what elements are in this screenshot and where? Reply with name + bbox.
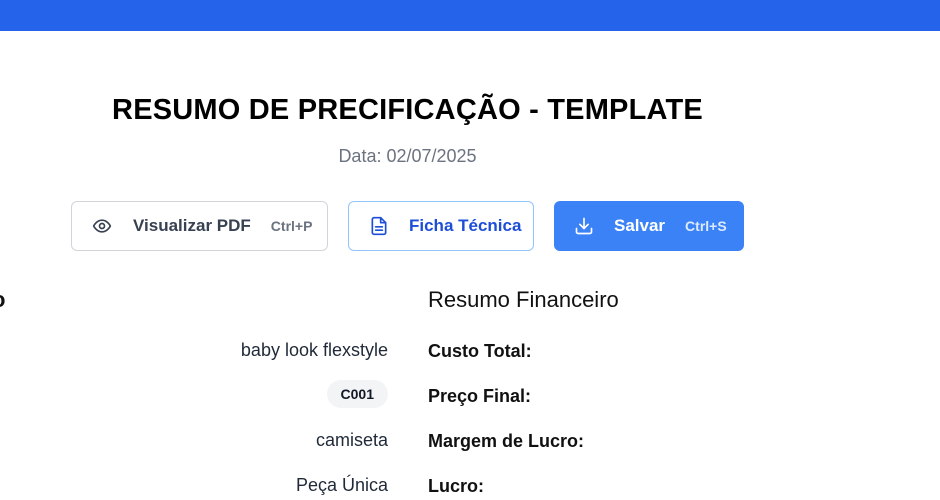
view-pdf-button[interactable]: Visualizar PDF Ctrl+P [71, 201, 328, 251]
ficha-tecnica-label: Ficha Técnica [409, 216, 522, 235]
page-title: RESUMO DE PRECIFICAÇÃO - TEMPLATE [112, 94, 703, 126]
total-cost-label: Custo Total: [428, 341, 532, 361]
product-category-value: camiseta [315, 430, 388, 450]
eye-icon [91, 215, 113, 237]
download-icon [573, 215, 595, 237]
financial-summary-heading: Resumo Financeiro [428, 287, 619, 312]
page-date: Data: 02/07/2025 [338, 146, 477, 166]
profit-label: Lucro: [428, 476, 484, 496]
save-shortcut: Ctrl+S [685, 218, 727, 234]
product-code-row: C001 [326, 380, 388, 408]
product-name-value: baby look flexstyle [240, 340, 388, 360]
save-button[interactable]: Salvar Ctrl+S [554, 201, 744, 251]
product-code-badge: C001 [326, 380, 388, 408]
view-pdf-shortcut: Ctrl+P [270, 218, 313, 234]
document-icon [368, 215, 390, 237]
top-bar [0, 0, 940, 31]
product-section-heading: o [0, 287, 5, 313]
final-price-label: Preço Final: [428, 386, 532, 406]
view-pdf-label: Visualizar PDF [133, 216, 251, 235]
profit-margin-label: Margem de Lucro: [428, 431, 585, 451]
product-size-value: Peça Única [295, 475, 388, 495]
save-label: Salvar [614, 216, 666, 235]
ficha-tecnica-button[interactable]: Ficha Técnica [348, 201, 534, 251]
